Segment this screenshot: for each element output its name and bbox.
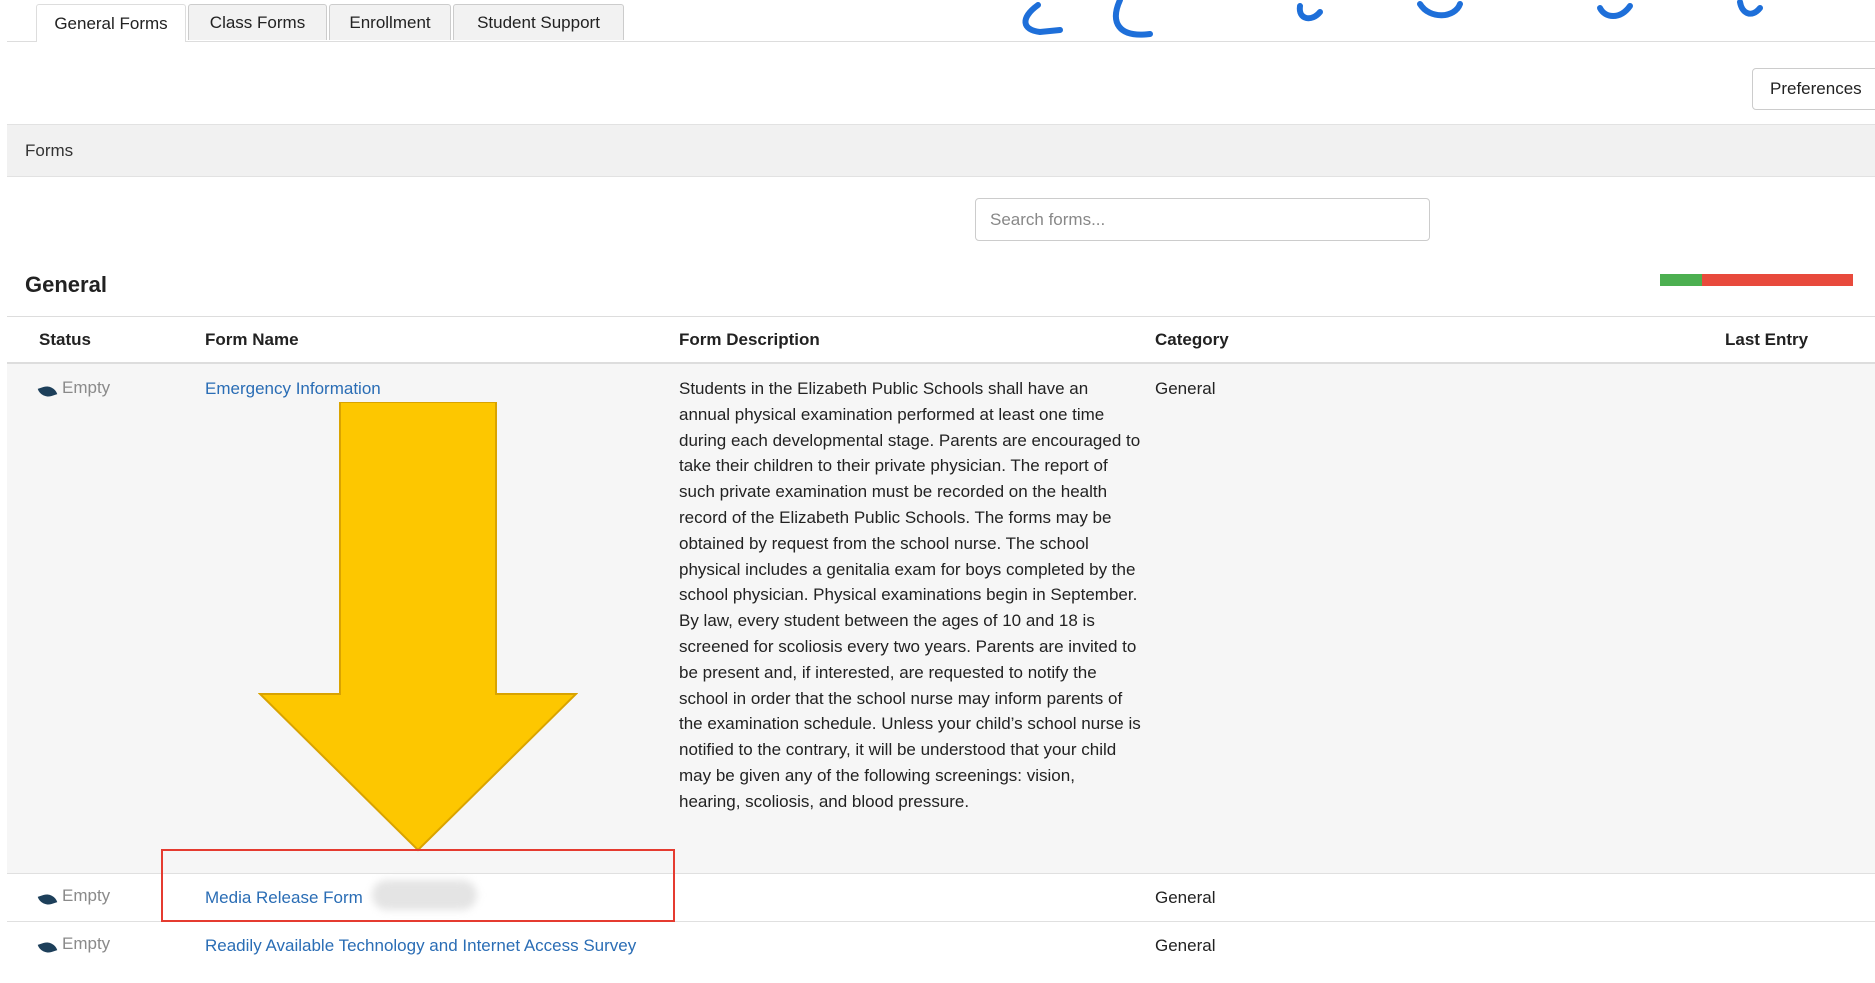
tab-enrollment[interactable]: Enrollment [329,4,451,40]
form-name-cell: Emergency Information [205,376,645,402]
form-link-technology-internet-survey[interactable]: Readily Available Technology and Interne… [205,936,636,955]
leaf-icon [37,891,58,907]
forms-panel-title: Forms [25,140,74,160]
tab-general-forms[interactable]: General Forms [36,4,186,42]
category-text: General [1155,888,1216,907]
table-row: Empty Readily Available Technology and I… [7,922,1875,983]
search-forms-input[interactable] [975,198,1430,241]
leaf-icon [37,383,58,399]
column-header-description[interactable]: Form Description [679,317,820,363]
status-text: Empty [62,378,111,397]
completion-progress-bar [1660,274,1853,286]
status-text: Empty [62,886,111,905]
highlight-box [161,849,675,922]
category-text: General [1155,936,1216,955]
column-header-form-name[interactable]: Form Name [205,317,299,363]
forms-panel-header: Forms [7,124,1875,177]
tab-student-support[interactable]: Student Support [453,4,624,40]
status-cell: Empty [37,378,111,399]
column-header-status[interactable]: Status [39,317,91,363]
category-text: General [1155,379,1216,398]
column-header-last-entry[interactable]: Last Entry [1725,317,1808,363]
tab-class-forms[interactable]: Class Forms [188,4,327,40]
column-header-category[interactable]: Category [1155,317,1229,363]
preferences-button[interactable]: Preferences [1752,68,1875,110]
table-header: Status Form Name Form Description Catego… [7,316,1875,364]
progress-completed [1660,274,1703,286]
status-text: Empty [62,934,111,953]
arrow-down-icon [258,402,578,852]
status-cell: Empty [37,934,111,955]
status-cell: Empty [37,886,111,907]
form-link-emergency-information[interactable]: Emergency Information [205,379,381,398]
form-name-cell: Readily Available Technology and Interne… [205,933,645,959]
section-title: General [25,272,107,297]
leaf-icon [37,939,58,955]
handwriting-annotation [1022,0,1763,38]
progress-remaining [1702,274,1853,286]
form-description: Students in the Elizabeth Public Schools… [679,379,1141,811]
